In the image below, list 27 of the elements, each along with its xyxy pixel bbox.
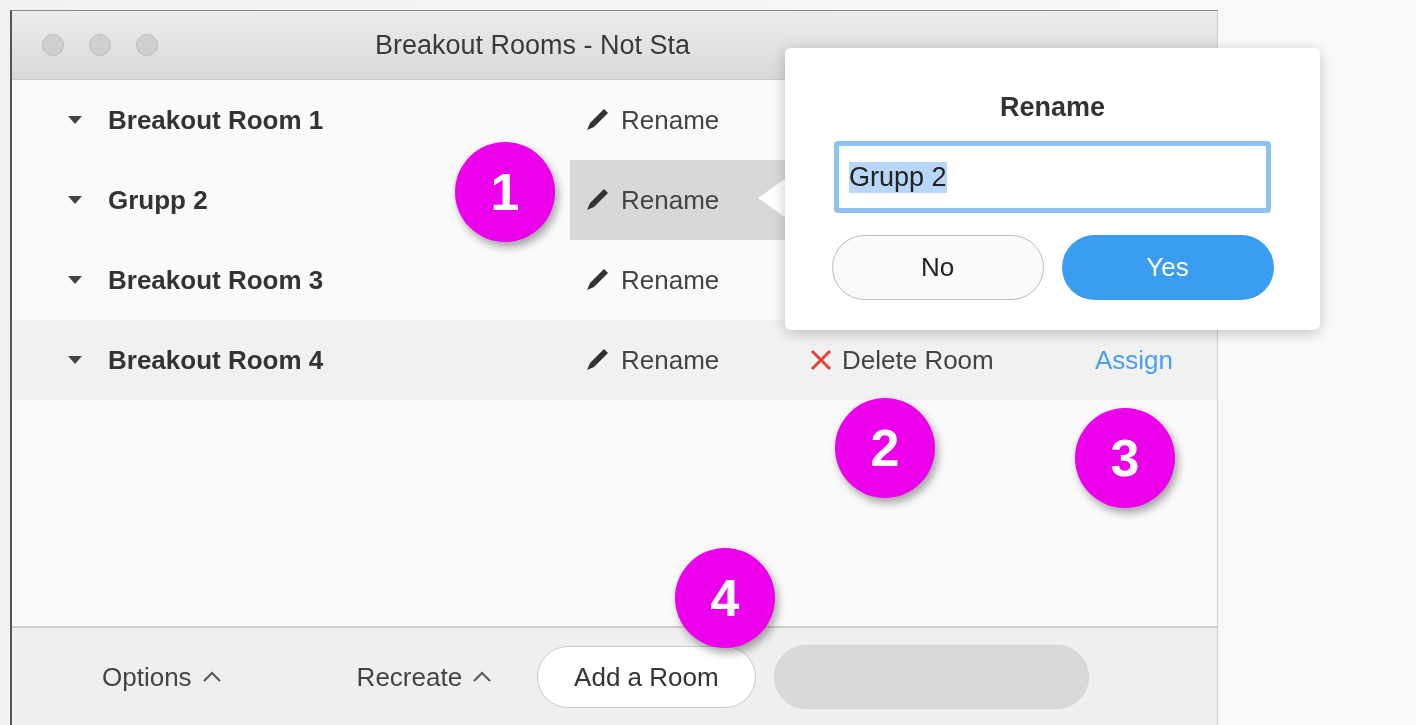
popover-title: Rename [999, 92, 1105, 123]
recreate-dropdown[interactable]: Recreate [356, 661, 493, 693]
pencil-icon [585, 188, 609, 212]
delete-room-button[interactable]: Delete Room [795, 344, 994, 376]
rename-button[interactable]: Rename [570, 240, 795, 320]
chevron-icon [201, 671, 222, 683]
pencil-icon [585, 348, 609, 372]
room-name: Breakout Room 3 [108, 264, 324, 296]
caret-icon[interactable] [68, 275, 82, 285]
chevron-icon [472, 671, 493, 683]
window-title: Breakout Rooms - Not Sta [375, 29, 691, 61]
room-name: Breakout Room 4 [108, 344, 324, 376]
room-row[interactable]: Breakout Room 4 Rename Delete Room Assign [12, 320, 1217, 400]
rename-button[interactable]: Rename [570, 80, 795, 160]
options-dropdown[interactable]: Options [102, 661, 222, 693]
caret-icon[interactable] [68, 355, 82, 365]
rename-button[interactable]: Rename [570, 320, 795, 400]
name-input-field[interactable]: Grupp 2 [834, 141, 1271, 213]
pencil-icon [585, 268, 609, 292]
caret-icon[interactable] [68, 115, 82, 125]
add-room-button[interactable]: Add a Room [537, 646, 756, 708]
no-button[interactable]: No [831, 235, 1044, 300]
room-name: Breakout Room 1 [108, 104, 324, 136]
caret-icon[interactable] [68, 195, 82, 205]
room-name: Grupp 2 [108, 184, 208, 216]
pencil-icon [585, 108, 609, 132]
close-icon [810, 349, 832, 371]
